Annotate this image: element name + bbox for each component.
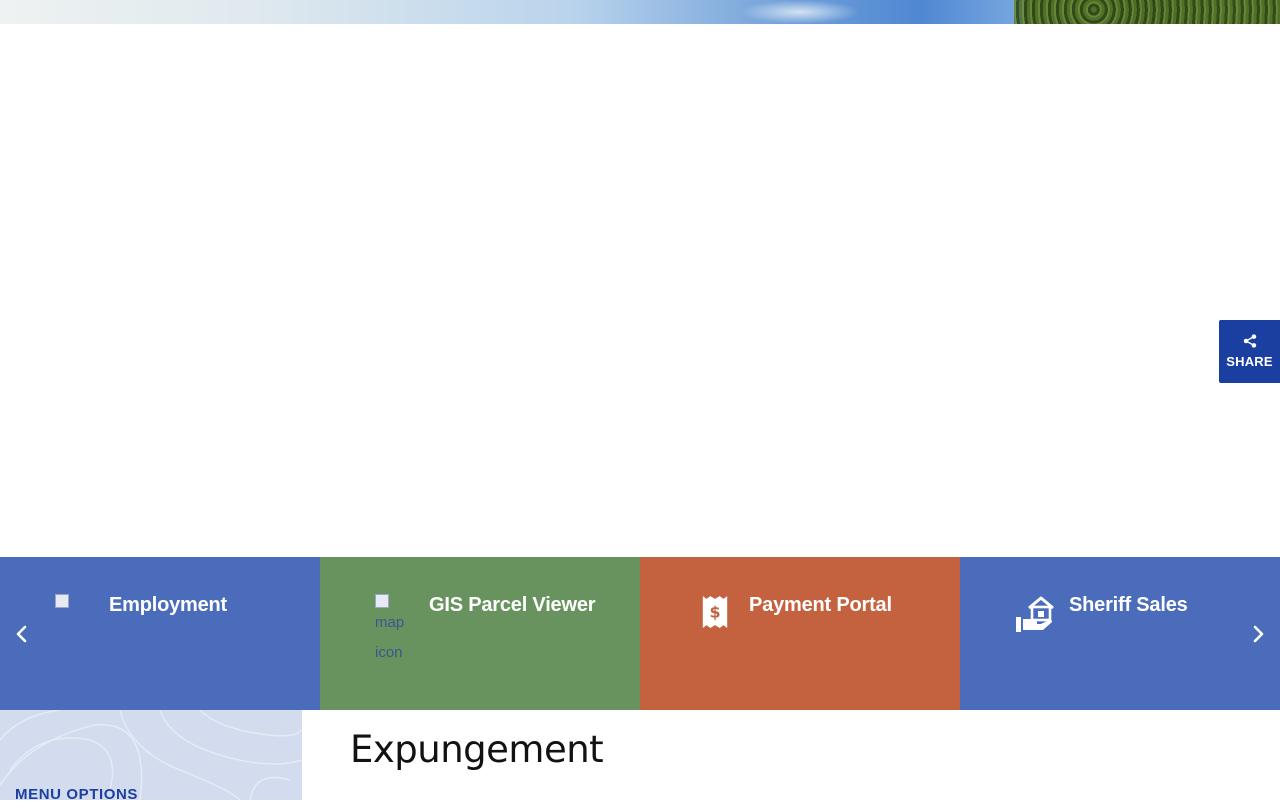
house-in-hand-icon xyxy=(1015,594,1055,634)
banner-tree xyxy=(1014,0,1280,24)
share-button[interactable]: SHARE xyxy=(1219,320,1280,383)
image-alt-text: map icon xyxy=(375,614,405,661)
broken-image xyxy=(55,594,95,664)
page-title: Expungement xyxy=(350,728,604,771)
carousel-next-button[interactable] xyxy=(1246,620,1272,648)
broken-image-icon xyxy=(375,594,389,608)
carousel-prev-button[interactable] xyxy=(8,620,34,648)
share-icon xyxy=(1243,334,1256,348)
quick-link-payment-portal[interactable]: $ Payment Portal xyxy=(640,557,960,710)
broken-image-icon xyxy=(55,594,69,608)
hero-banner-image xyxy=(0,0,1280,24)
share-label: SHARE xyxy=(1226,354,1273,369)
employment-icon xyxy=(55,594,95,634)
quick-link-sheriff-sales[interactable]: Sheriff Sales xyxy=(960,557,1280,710)
quick-link-gis-parcel-viewer[interactable]: map icon GIS Parcel Viewer xyxy=(320,557,640,710)
map-icon: map icon xyxy=(375,594,415,661)
svg-text:$: $ xyxy=(709,603,720,622)
receipt-dollar-icon: $ xyxy=(695,594,735,634)
banner-cloud xyxy=(740,0,860,24)
broken-image: map icon xyxy=(375,594,415,664)
quick-link-label: Employment xyxy=(109,594,228,616)
chevron-left-icon xyxy=(16,625,27,643)
receipt-dollar-icon-graphic: $ xyxy=(702,596,728,628)
menu-options-heading: MENU OPTIONS xyxy=(15,786,139,803)
quick-link-label: Payment Portal xyxy=(749,594,892,616)
house-in-hand-icon-graphic xyxy=(1016,596,1054,632)
quick-links-carousel: Employment map icon GIS Parcel Viewer $ … xyxy=(0,557,1280,710)
quick-link-employment[interactable]: Employment xyxy=(0,557,320,710)
quick-link-label: Sheriff Sales xyxy=(1069,594,1188,616)
quick-link-label: GIS Parcel Viewer xyxy=(429,594,596,616)
chevron-right-icon xyxy=(1253,625,1264,643)
